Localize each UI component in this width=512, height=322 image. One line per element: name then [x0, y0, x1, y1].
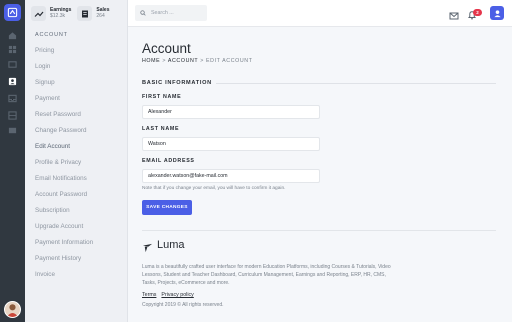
footer-links: Terms Privacy policy — [142, 292, 194, 298]
apps-icon[interactable] — [8, 126, 17, 135]
stats-bar: Earnings $12.3k Sales 264 — [25, 0, 127, 27]
sales-value: 264 — [96, 13, 105, 19]
save-changes-button[interactable]: SAVE CHANGES — [142, 200, 192, 215]
copyright: Copyright 2019 © All rights reserved. — [142, 302, 224, 308]
notification-badge: 2 — [473, 9, 482, 16]
breadcrumb-home[interactable]: HOME — [142, 58, 160, 64]
footer-description: Luma is a beautifully crafted user inter… — [142, 264, 391, 286]
person-icon — [6, 304, 19, 317]
earnings-stat: Earnings $12.3k — [31, 6, 71, 21]
earnings-value: $12.3k — [50, 13, 66, 19]
last-name-label: LAST NAME — [142, 126, 180, 132]
email-note: Note that if you change your email, you … — [142, 186, 286, 191]
submenu-item-payment-information[interactable]: Payment Information — [35, 239, 93, 255]
submenu-item-signup[interactable]: Signup — [35, 79, 93, 95]
brand-logo[interactable] — [4, 4, 21, 21]
breadcrumb: HOME > ACCOUNT > EDIT ACCOUNT — [142, 58, 253, 64]
dashboard-icon[interactable] — [8, 31, 17, 40]
submenu-item-change-password[interactable]: Change Password — [35, 127, 93, 143]
profile-button[interactable] — [490, 6, 504, 20]
footer-brand: Luma — [157, 239, 185, 251]
submenu-item-subscription[interactable]: Subscription — [35, 207, 93, 223]
trending-up-icon — [31, 6, 46, 21]
submenu-list: Pricing Login Signup Payment Reset Passw… — [35, 47, 93, 287]
privacy-policy-link[interactable]: Privacy policy — [161, 292, 193, 298]
top-bar: 2 — [128, 0, 512, 27]
user-avatar-rail[interactable] — [4, 301, 21, 318]
submenu-item-invoice[interactable]: Invoice — [35, 271, 93, 287]
mail-icon[interactable] — [449, 8, 459, 20]
logo-icon — [7, 7, 18, 18]
submenu-item-payment-history[interactable]: Payment History — [35, 255, 93, 271]
first-name-field[interactable] — [142, 105, 320, 119]
submenu-item-edit-account[interactable]: Edit Account — [35, 143, 93, 159]
courses-icon[interactable] — [8, 60, 17, 69]
submenu-item-reset-password[interactable]: Reset Password — [35, 111, 93, 127]
layers-icon[interactable] — [8, 111, 17, 120]
breadcrumb-separator: > — [162, 58, 167, 64]
submenu-item-login[interactable]: Login — [35, 63, 93, 79]
submenu-item-email-notifications[interactable]: Email Notifications — [35, 175, 93, 191]
grid-icon[interactable] — [8, 45, 17, 54]
app-rail — [0, 0, 25, 322]
receipt-icon — [77, 6, 93, 21]
search-input[interactable] — [151, 10, 201, 16]
email-label: EMAIL ADDRESS — [142, 158, 195, 164]
sales-stat: Sales 264 — [77, 6, 109, 21]
section-title: BASIC INFORMATION — [142, 80, 212, 86]
breadcrumb-account[interactable]: ACCOUNT — [168, 58, 198, 64]
section-divider — [216, 83, 496, 84]
terms-link[interactable]: Terms — [142, 292, 156, 298]
main-content: Account HOME > ACCOUNT > EDIT ACCOUNT BA… — [128, 27, 512, 322]
account-submenu: Earnings $12.3k Sales 264 ACCOUNT Pricing … — [25, 0, 128, 322]
luma-logo-icon — [142, 240, 153, 253]
last-name-field[interactable] — [142, 137, 320, 151]
breadcrumb-separator: > — [200, 58, 204, 64]
submenu-item-upgrade-account[interactable]: Upgrade Account — [35, 223, 93, 239]
submenu-item-payment[interactable]: Payment — [35, 95, 93, 111]
email-field[interactable] — [142, 169, 320, 183]
user-icon — [493, 9, 501, 17]
account-icon[interactable] — [8, 77, 17, 86]
submenu-item-account-password[interactable]: Account Password — [35, 191, 93, 207]
page-title: Account — [142, 41, 191, 56]
search-icon — [140, 10, 146, 16]
footer-divider — [142, 230, 496, 231]
first-name-label: FIRST NAME — [142, 94, 182, 100]
breadcrumb-current: EDIT ACCOUNT — [206, 58, 253, 64]
submenu-item-pricing[interactable]: Pricing — [35, 47, 93, 63]
search-box[interactable] — [135, 5, 207, 21]
inbox-icon[interactable] — [8, 94, 17, 103]
submenu-heading: ACCOUNT — [35, 32, 68, 38]
submenu-item-profile-privacy[interactable]: Profile & Privacy — [35, 159, 93, 175]
